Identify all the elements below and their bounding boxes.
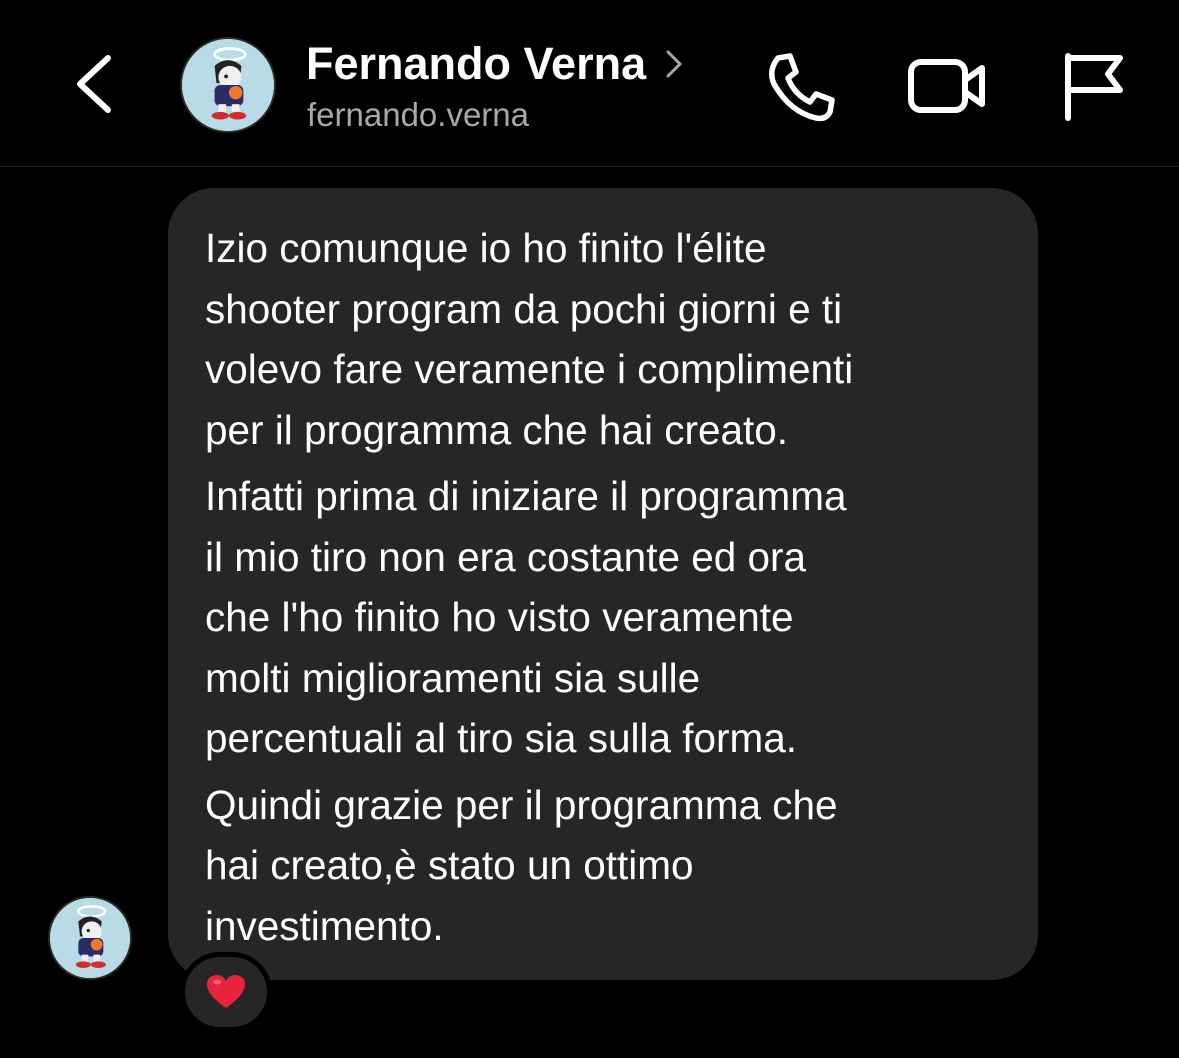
message-bubble[interactable]: Izio comunque io ho finito l'élite shoot… [168,188,1038,980]
contact-name: Fernando Verna [306,38,647,89]
message-line: hai creato,è stato un ottimo [205,842,694,888]
contact-username: fernando.verna [307,96,529,133]
message-line: Infatti prima di iniziare il programma [205,473,847,519]
avatar-illustration [50,898,130,978]
message-line: volevo fare veramente i complimenti [205,346,854,392]
flag-icon [1065,53,1123,121]
report-flag-button[interactable] [1058,48,1128,122]
message-line: per il programma che hai creato. [205,406,789,453]
avatar-illustration [182,39,274,131]
video-call-button[interactable] [906,50,988,122]
contact-name-link[interactable]: Fernando Verna [306,36,684,92]
audio-call-button[interactable] [760,48,840,128]
contact-avatar[interactable] [180,37,276,133]
message-line: investimento. [205,902,444,949]
message-paragraph: Izio comunque io ho finito l'élite shoot… [205,218,1008,460]
message-line: molti miglioramenti sia sulle [205,654,701,701]
sender-avatar[interactable] [48,896,132,980]
message-paragraph: Infatti prima di iniziare il programma i… [205,466,1008,769]
message-line: percentuali al tiro sia sulla forma. [205,715,798,761]
message-line: Quindi grazie per il programma che [205,781,838,828]
chevron-right-icon [666,50,682,78]
back-button[interactable] [62,42,132,126]
chat-header: Fernando Verna fernando.verna [0,0,1179,167]
back-icon [77,55,111,113]
message-line: shooter program da pochi giorni e ti [205,285,843,332]
message-line: Izio comunque io ho finito l'élite [205,225,767,271]
heart-emoji-icon [207,975,245,1008]
message-paragraph: Quindi grazie per il programma che hai c… [205,775,1008,957]
message-line: il mio tiro non era costante ed ora [205,533,807,580]
heart-reaction[interactable] [180,952,272,1032]
phone-icon [769,53,835,122]
video-camera-icon [908,59,985,113]
message-line: che l'ho finito ho visto veramente [205,594,794,640]
